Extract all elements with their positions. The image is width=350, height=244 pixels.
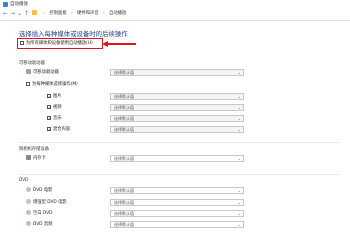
row-pictures: 图片 — [47, 93, 62, 100]
red-callout-box — [17, 38, 103, 49]
select-value: 选择默认值 — [114, 200, 134, 205]
chevron-down-icon: ⌄ — [237, 70, 241, 75]
breadcrumb-hardware-sound[interactable]: 硬件和声音 — [77, 11, 98, 16]
row-label: 可移动驱动器 — [33, 70, 59, 75]
forward-arrow-icon[interactable]: → — [9, 10, 16, 18]
select-memory-card[interactable]: 选择默认值 ⌄ — [110, 155, 244, 162]
row-dvd-audio: DVD 音频 — [26, 221, 52, 228]
row-label: DVD 电影 — [33, 188, 53, 193]
dvd-disc-icon — [26, 199, 31, 204]
window-title: 自动播放 — [10, 2, 28, 7]
autoplay-app-icon — [3, 2, 8, 7]
music-checkbox[interactable] — [47, 115, 51, 120]
row-label: 音乐 — [53, 116, 62, 121]
select-value: 选择默认值 — [114, 211, 134, 216]
select-dvd-audio[interactable]: 选择默认值 ⌄ — [110, 221, 244, 228]
chevron-down-icon: ⌄ — [237, 127, 241, 132]
row-memory-card: 内存卡 — [26, 155, 46, 162]
section-title-removable: 可移动驱动器 — [19, 61, 45, 66]
row-music: 音乐 — [47, 115, 62, 122]
chevron-down-icon: ⌄ — [237, 105, 241, 110]
row-enhanced-dvd-movie: 增强型 DVD 电影 — [26, 199, 67, 206]
row-removable-drive: 可移动驱动器 — [26, 69, 59, 76]
row-label: DVD 音频 — [33, 222, 53, 227]
select-value: 选择默认值 — [114, 70, 134, 75]
breadcrumb: › 控制面板 › 硬件和声音 › 自动播放 — [32, 10, 332, 18]
dvd-disc-icon — [26, 187, 31, 192]
dvd-disc-icon — [26, 210, 31, 215]
recent-locations-icon[interactable]: ⌄ — [16, 10, 23, 18]
select-pictures[interactable]: 选择默认值 ⌄ — [110, 93, 244, 100]
breadcrumb-autoplay[interactable]: 自动播放 — [109, 11, 126, 16]
per-media-checkbox[interactable] — [26, 81, 30, 86]
row-label: 视频 — [53, 105, 62, 110]
pictures-checkbox[interactable] — [47, 93, 51, 98]
row-per-media-type[interactable]: 为每种媒体选择操作(M) — [26, 81, 78, 88]
select-value: 选择默认值 — [114, 188, 134, 193]
select-removable-drive[interactable]: 选择默认值 ⌄ — [110, 69, 244, 76]
chevron-down-icon: ⌄ — [237, 156, 241, 161]
up-arrow-icon[interactable]: ↑ — [23, 10, 30, 18]
select-videos[interactable]: 选择默认值 ⌄ — [110, 104, 244, 111]
divider — [19, 142, 339, 143]
chevron-down-icon: ⌄ — [237, 211, 241, 216]
select-value: 选择默认值 — [114, 156, 134, 161]
chevron-down-icon: ⌄ — [237, 116, 241, 121]
chevron-down-icon: ⌄ — [237, 222, 241, 227]
control-panel-icon — [32, 10, 37, 15]
select-enhanced-dvd-movie[interactable]: 选择默认值 ⌄ — [110, 199, 244, 206]
row-label: 为每种媒体选择操作(M) — [32, 82, 78, 87]
back-arrow-icon[interactable]: ← — [2, 10, 9, 18]
select-value: 选择默认值 — [114, 105, 134, 110]
select-value: 选择默认值 — [114, 127, 134, 132]
page-title: 选择插入每种媒体或设备时的后续操作 — [19, 30, 128, 38]
select-value: 选择默认值 — [114, 94, 134, 99]
row-label: 增强型 DVD 电影 — [33, 200, 67, 205]
row-videos: 视频 — [47, 104, 62, 111]
red-callout-arrow-icon — [102, 40, 108, 47]
row-label: 空白 DVD — [33, 211, 53, 216]
chevron-down-icon: ⌄ — [237, 94, 241, 99]
select-value: 选择默认值 — [114, 116, 134, 121]
window-titlebar: 自动播放 — [0, 0, 350, 9]
select-music[interactable]: 选择默认值 ⌄ — [110, 115, 244, 122]
row-label: 混合内容 — [53, 127, 71, 132]
row-mixed-content: 混合内容 — [47, 126, 70, 133]
mixed-content-checkbox[interactable] — [47, 126, 51, 131]
chevron-down-icon: ⌄ — [237, 200, 241, 205]
dvd-disc-icon — [26, 221, 31, 226]
select-mixed-content[interactable]: 选择默认值 ⌄ — [110, 126, 244, 133]
row-blank-dvd: 空白 DVD — [26, 210, 52, 217]
breadcrumb-control-panel[interactable]: 控制面板 — [49, 11, 66, 16]
select-blank-dvd[interactable]: 选择默认值 ⌄ — [110, 210, 244, 217]
videos-checkbox[interactable] — [47, 104, 51, 109]
select-value: 选择默认值 — [114, 222, 134, 227]
row-dvd-movie: DVD 电影 — [26, 187, 52, 194]
red-callout-arrow-shaft — [106, 43, 136, 45]
divider — [19, 174, 339, 175]
row-label: 内存卡 — [33, 156, 46, 161]
row-label: 图片 — [53, 94, 62, 99]
section-title-camera-storage: 照相机存储设备 — [19, 147, 50, 152]
section-title-dvd: DVD — [19, 178, 29, 183]
chevron-down-icon: ⌄ — [237, 188, 241, 193]
address-bar: ← → ⌄ ↑ › 控制面板 › 硬件和声音 › 自动播放 — [0, 9, 350, 21]
memory-card-icon — [26, 155, 31, 160]
select-dvd-movie[interactable]: 选择默认值 ⌄ — [110, 187, 244, 194]
usb-drive-icon — [26, 69, 31, 74]
